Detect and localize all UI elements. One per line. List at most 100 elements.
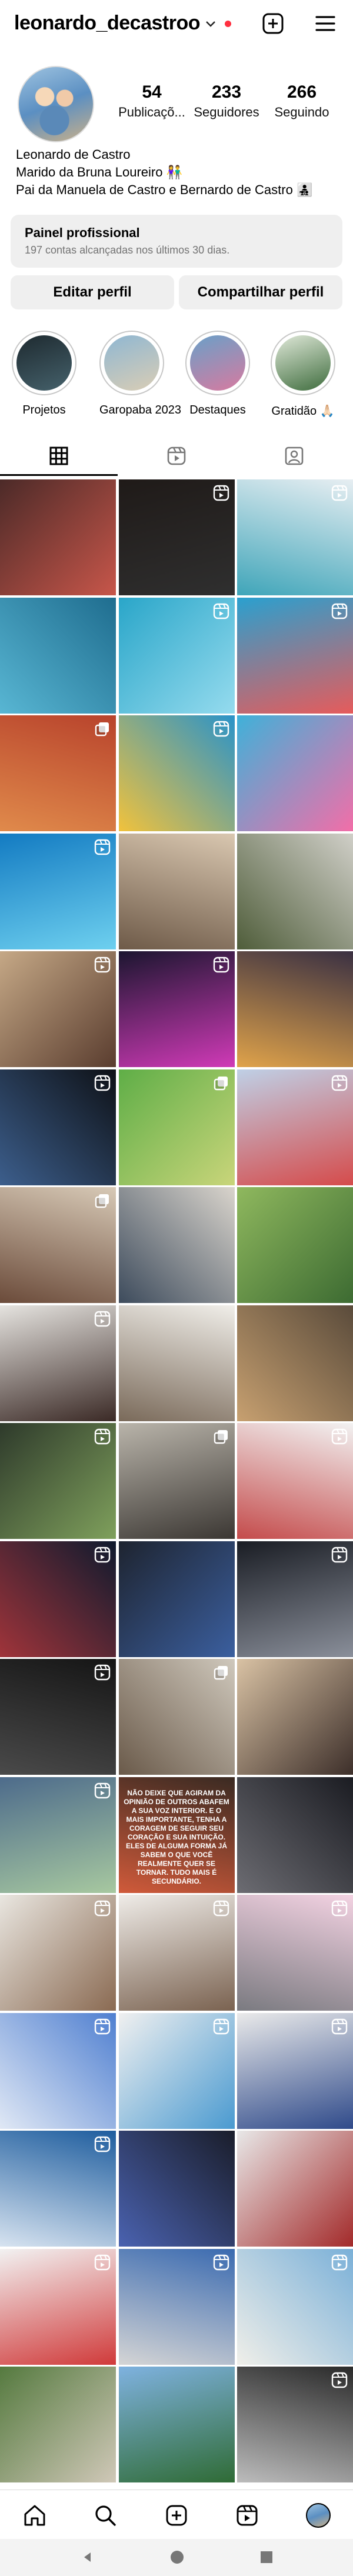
profile-avatar[interactable] [305,2502,332,2529]
post-thumbnail[interactable] [237,1305,353,1421]
username-switcher[interactable]: leonardo_decastroo [14,12,200,35]
post-thumbnail[interactable] [118,1659,235,1775]
post-thumbnail[interactable] [237,597,353,714]
post-thumbnail[interactable] [0,833,116,949]
post-thumbnail[interactable] [237,479,353,595]
highlight-label: Garopaba 2023 [99,404,182,416]
post-thumbnail[interactable] [237,951,353,1067]
post-thumbnail[interactable] [118,479,235,595]
post-thumbnail[interactable] [118,951,235,1067]
professional-dashboard[interactable]: Painel profissional 197 contas alcançada… [11,215,342,268]
post-thumbnail[interactable] [118,1895,235,2011]
reel-badge-icon [212,2254,230,2271]
highlight-item[interactable]: Projetos [12,331,76,417]
post-thumbnail[interactable] [0,1423,116,1539]
post-thumbnail[interactable] [237,1423,353,1539]
post-thumbnail[interactable] [237,2131,353,2247]
posts-count[interactable]: 54 Publicaçõ... [116,82,187,120]
search-icon[interactable] [92,2502,119,2529]
post-thumbnail[interactable] [118,1541,235,1657]
followers-count-label: Seguidores [194,105,259,119]
carousel-badge-icon [212,1074,230,1092]
followers-count[interactable]: 233 Seguidores [191,82,262,120]
recents-icon[interactable] [261,2551,272,2563]
post-thumbnail[interactable] [237,1895,353,2011]
share-profile-button[interactable]: Compartilhar perfil [179,275,342,309]
reel-badge-icon [94,1310,111,1328]
highlight-item[interactable]: Destaques [185,331,250,417]
highlight-ring [99,331,164,395]
highlight-label: Gratidão 🙏🏻 [271,405,335,418]
profile-avatar[interactable] [18,66,94,142]
reels-icon [167,446,186,465]
back-icon[interactable] [81,2551,94,2567]
post-thumbnail[interactable] [118,1069,235,1185]
post-thumbnail[interactable] [237,1659,353,1775]
post-thumbnail[interactable] [118,715,235,831]
post-thumbnail[interactable] [237,1777,353,1893]
tab-tagged[interactable] [235,435,353,476]
highlight-item[interactable]: Gratidão 🙏🏻 [271,331,335,418]
reel-badge-icon [331,1074,348,1092]
post-thumbnail[interactable] [237,1187,353,1303]
post-thumbnail[interactable] [0,1305,116,1421]
create-plus-icon[interactable] [261,12,285,35]
tab-reels[interactable] [118,435,235,476]
post-thumbnail[interactable] [118,597,235,714]
post-thumbnail[interactable] [237,715,353,831]
post-thumbnail[interactable] [0,1659,116,1775]
post-thumbnail[interactable] [118,1305,235,1421]
create-icon[interactable] [163,2502,190,2529]
home-icon[interactable] [21,2502,48,2529]
post-thumbnail[interactable] [0,715,116,831]
tab-grid[interactable] [0,435,118,476]
active-tab-indicator [0,474,118,476]
reel-badge-icon [94,2018,111,2035]
reel-badge-icon [212,1899,230,1917]
post-thumbnail[interactable] [0,1069,116,1185]
post-thumbnail[interactable] [0,1541,116,1657]
posts-count-value: 54 [142,82,162,102]
post-thumbnail[interactable]: NÃO DEIXE QUE AGIRAM DA OPINIÃO DE OUTRO… [118,1777,235,1893]
following-count[interactable]: 266 Seguindo [267,82,337,120]
post-thumbnail[interactable] [237,1069,353,1185]
reels-icon[interactable] [234,2502,261,2529]
professional-dashboard-subtitle: 197 contas alcançadas nos últimos 30 dia… [25,244,230,256]
post-thumbnail[interactable] [0,2248,116,2365]
post-thumbnail[interactable] [118,833,235,949]
post-thumbnail[interactable] [0,951,116,1067]
chevron-down-icon[interactable] [205,16,216,32]
post-thumbnail[interactable] [118,2131,235,2247]
post-thumbnail[interactable] [237,2248,353,2365]
post-thumbnail[interactable] [237,833,353,949]
post-thumbnail[interactable] [118,1423,235,1539]
reel-badge-icon [94,1428,111,1445]
home-system-icon[interactable] [171,2551,184,2564]
profile-name: Leonardo de Castro [16,147,131,162]
post-thumbnail[interactable] [0,1777,116,1893]
post-thumbnail[interactable] [0,2131,116,2247]
reel-badge-icon [94,2254,111,2271]
post-thumbnail[interactable] [118,2012,235,2129]
post-thumbnail[interactable] [118,2367,235,2482]
post-thumbnail[interactable] [0,1895,116,2011]
post-thumbnail[interactable] [0,2367,116,2482]
highlight-item[interactable]: Garopaba 2023 [99,331,182,417]
post-thumbnail[interactable] [118,1187,235,1303]
carousel-badge-icon [212,1664,230,1681]
post-thumbnail[interactable] [237,2012,353,2129]
post-thumbnail[interactable] [0,597,116,714]
menu-icon[interactable] [314,12,337,35]
tagged-icon [285,446,304,465]
carousel-badge-icon [94,720,111,738]
post-thumbnail[interactable] [0,2012,116,2129]
edit-profile-button[interactable]: Editar perfil [11,275,174,309]
highlight-cover [275,335,331,391]
post-thumbnail[interactable] [237,2367,353,2482]
reel-badge-icon [331,602,348,620]
post-thumbnail[interactable] [118,2248,235,2365]
post-thumbnail[interactable] [0,479,116,595]
post-thumbnail[interactable] [237,1541,353,1657]
post-thumbnail[interactable] [0,1187,116,1303]
following-count-label: Seguindo [274,105,329,119]
